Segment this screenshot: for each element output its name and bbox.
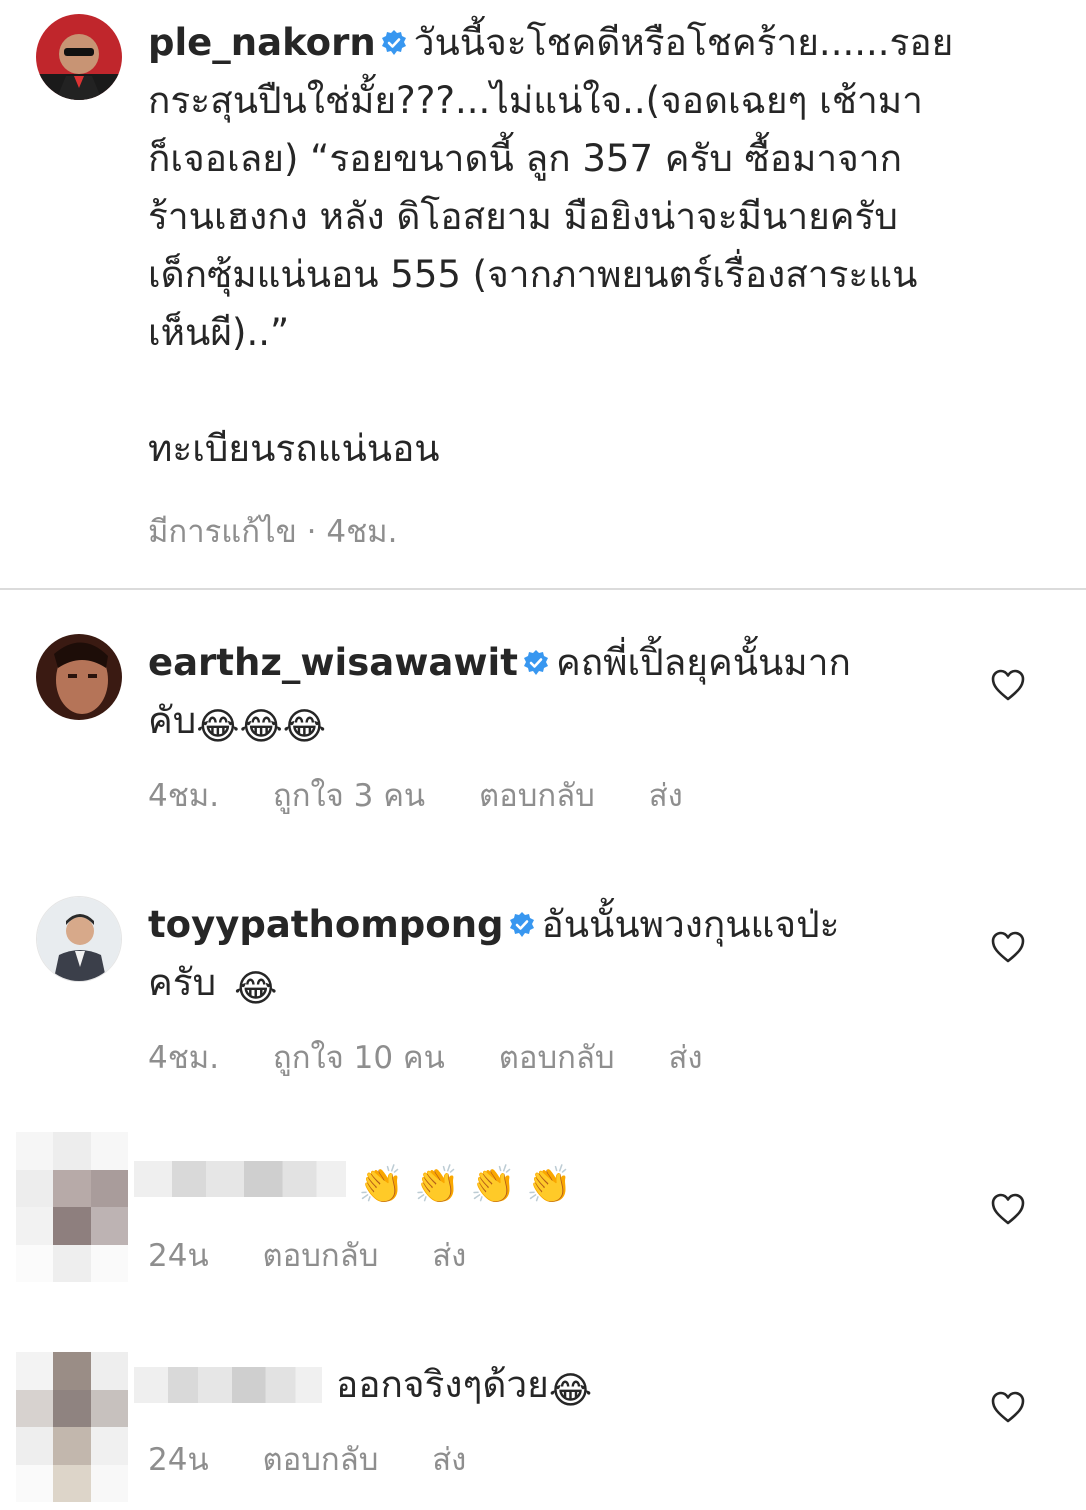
- comment-meta: 4ชม. ถูกใจ 3 คน ตอบกลับ ส่ง: [148, 770, 727, 820]
- verified-badge-icon: [509, 912, 534, 937]
- caption-text-line: เห็นผี)..”: [148, 311, 290, 354]
- laughing-emoji-icon: 😂: [548, 1369, 593, 1412]
- edited-label: มีการแก้ไข: [148, 514, 297, 550]
- blurred-username[interactable]: [134, 1367, 322, 1403]
- reply-button[interactable]: ตอบกลับ: [499, 1040, 615, 1076]
- clapping-hands-emoji-icon: 👏👏👏👏: [358, 1163, 583, 1206]
- comment-meta: 24น ตอบกลับ ส่ง: [148, 1434, 510, 1484]
- caption-line-1: ple_nakorn วันนี้จะโชคดีหรือโชคร้าย......…: [148, 14, 1048, 72]
- caption-extra-line: ทะเบียนรถแน่นอน: [148, 427, 440, 470]
- send-button[interactable]: ส่ง: [649, 778, 683, 814]
- like-heart-icon[interactable]: [990, 930, 1026, 964]
- blurred-username[interactable]: [134, 1161, 346, 1197]
- post-timestamp: 4ชม.: [326, 514, 398, 550]
- likes-count-link[interactable]: ถูกใจ 10 คน: [273, 1040, 445, 1076]
- blurred-avatar[interactable]: [16, 1352, 128, 1502]
- reply-button[interactable]: ตอบกลับ: [479, 778, 595, 814]
- like-heart-icon[interactable]: [990, 668, 1026, 702]
- comment-body: toyypathompong อันนั้นพวงกุนแจป่ะ ครับ 😂: [148, 896, 968, 1018]
- comment-meta: 24น ตอบกลับ ส่ง: [148, 1230, 510, 1280]
- comment-username[interactable]: toyypathompong: [148, 903, 504, 946]
- reply-button[interactable]: ตอบกลับ: [263, 1238, 379, 1274]
- comment-text: ครับ: [148, 961, 217, 1004]
- caption-text-line: ร้านเฮงกง หลัง ดิโอสยาม มือยิงน่าจะมีนาย…: [148, 195, 898, 238]
- comment-text: อันนั้นพวงกุนแจป่ะ: [541, 903, 840, 946]
- caption-text-line: เด็กซุ้มแน่นอน 555 (จากภาพยนตร์เรื่องสาร…: [148, 253, 918, 296]
- laughing-emoji-icon: 😂: [234, 967, 278, 1010]
- caption-text-line: ก็เจอเลย) “รอยขนาดนี้ ลูก 357 ครับ ซื้อม…: [148, 137, 902, 180]
- post-meta: มีการแก้ไข · 4ชม.: [148, 506, 441, 556]
- comment-text: คับ: [148, 699, 197, 742]
- like-heart-icon[interactable]: [990, 1390, 1026, 1424]
- caption-text-line: กระสุนปืนใช่มั้ย???...ไม่แน่ใจ..(จอดเฉยๆ…: [148, 79, 923, 122]
- comment-line: คับ😂😂😂: [148, 692, 968, 756]
- send-button[interactable]: ส่ง: [432, 1238, 466, 1274]
- laughing-emoji-icon: 😂😂😂: [196, 705, 326, 748]
- comment-timestamp: 24น: [148, 1442, 209, 1478]
- verified-badge-icon: [381, 30, 406, 55]
- comment-line: earthz_wisawawit คถพี่เปิ้ลยุคนั้นมาก: [148, 634, 968, 692]
- comment-username[interactable]: earthz_wisawawit: [148, 641, 518, 684]
- comment-timestamp: 24น: [148, 1238, 209, 1274]
- comment-timestamp: 4ชม.: [148, 778, 220, 814]
- post-author-avatar[interactable]: [36, 14, 122, 100]
- comment-avatar[interactable]: [36, 634, 122, 720]
- caption-text-line: วันนี้จะโชคดีหรือโชคร้าย......รอย: [413, 21, 954, 64]
- verified-badge-icon: [523, 650, 548, 675]
- send-button[interactable]: ส่ง: [432, 1442, 466, 1478]
- comment-avatar[interactable]: [36, 896, 122, 982]
- post-author-username[interactable]: ple_nakorn: [148, 21, 376, 64]
- reply-button[interactable]: ตอบกลับ: [263, 1442, 379, 1478]
- comment-body: earthz_wisawawit คถพี่เปิ้ลยุคนั้นมาก คับ…: [148, 634, 968, 756]
- blurred-avatar[interactable]: [16, 1132, 128, 1282]
- likes-count-link[interactable]: ถูกใจ 3 คน: [273, 778, 425, 814]
- comment-body: 👏👏👏👏: [134, 1150, 954, 1214]
- comment-timestamp: 4ชม.: [148, 1040, 220, 1076]
- comment-meta: 4ชม. ถูกใจ 10 คน ตอบกลับ ส่ง: [148, 1032, 747, 1082]
- send-button[interactable]: ส่ง: [668, 1040, 702, 1076]
- comment-line: toyypathompong อันนั้นพวงกุนแจป่ะ: [148, 896, 968, 954]
- meta-separator: ·: [306, 514, 327, 550]
- comment-text: คถพี่เปิ้ลยุคนั้นมาก: [555, 641, 851, 684]
- post-caption: ple_nakorn วันนี้จะโชคดีหรือโชคร้าย......…: [148, 14, 1048, 478]
- caption-divider: [0, 588, 1086, 590]
- comment-text: ออกจริงๆด้วย: [336, 1363, 549, 1406]
- comment-line: ครับ 😂: [148, 954, 968, 1018]
- comment-body: ออกจริงๆด้วย😂: [134, 1356, 954, 1420]
- like-heart-icon[interactable]: [990, 1192, 1026, 1226]
